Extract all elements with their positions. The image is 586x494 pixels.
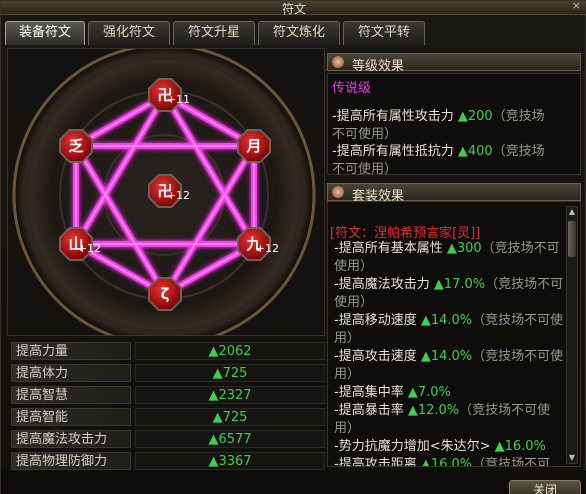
tab-equip-rune[interactable]: 装备符文 bbox=[5, 21, 85, 45]
effect-note: （竞技场不可 bbox=[472, 457, 551, 467]
rune-glyph: ζ bbox=[160, 285, 170, 303]
stat-value: ▲725 bbox=[135, 364, 325, 382]
rune-level: +11 bbox=[166, 93, 190, 106]
effect-text: -提高暴击率 bbox=[334, 403, 408, 418]
grade-name: 传说级 bbox=[332, 81, 372, 96]
set-effect-item: -提高所有基本属性 ▲300（竞技场不可使用） bbox=[334, 240, 566, 276]
rune-circle-panel: 卍 +11 月 九 +12 ζ 山 +12 乏 卍 +12 bbox=[7, 48, 325, 336]
rune-window: 符文 × 装备符文 强化符文 符文升星 符文炼化 符文平转 卍 +11 月 九 … bbox=[0, 0, 586, 494]
rune-lower-right-icon[interactable]: 九 +12 bbox=[237, 227, 279, 261]
rune-glyph: 乏 bbox=[68, 137, 84, 155]
scroll-down-icon[interactable]: ▼ bbox=[567, 453, 577, 463]
close-icon[interactable]: × bbox=[572, 0, 581, 12]
effect-value: ▲200 bbox=[457, 109, 493, 124]
stat-value: ▲2062 bbox=[135, 342, 325, 360]
effect-note: （竞技场 bbox=[492, 109, 545, 124]
rune-upper-left-icon[interactable]: 乏 bbox=[59, 129, 93, 163]
stat-label: 提高智能 bbox=[11, 408, 131, 426]
set-effect-scrollbar[interactable]: ▲ ▼ bbox=[566, 206, 578, 464]
scroll-thumb[interactable] bbox=[568, 221, 576, 257]
effect-value: ▲14.0% bbox=[420, 349, 473, 364]
grade-effect-line: -提高所有属性攻击力 ▲200（竞技场 不可使用） bbox=[332, 108, 576, 144]
set-effect-item: -提高攻击速度 ▲14.0%（竞技场不可使用） bbox=[334, 348, 566, 384]
close-button[interactable]: 关闭 bbox=[509, 480, 581, 494]
tab-rune-transfer[interactable]: 符文平转 bbox=[343, 21, 425, 45]
grade-effect-header: 等级效果 bbox=[327, 53, 581, 74]
stat-label: 提高物理防御力 bbox=[11, 452, 131, 470]
effect-text: -提高所有属性攻击力 bbox=[332, 109, 458, 124]
effect-note: 不可使用） bbox=[332, 162, 398, 177]
stat-row: 提高魔法攻击力 ▲6577 bbox=[9, 428, 325, 450]
stat-row: 提高智慧 ▲2327 bbox=[9, 384, 325, 406]
tab-enhance-rune[interactable]: 强化符文 bbox=[88, 21, 170, 45]
effect-text: -提高集中率 bbox=[334, 385, 408, 400]
stats-list: 提高力量 ▲2062 提高体力 ▲725 提高智慧 ▲2327 提高智能 ▲72… bbox=[9, 340, 325, 472]
effect-value: ▲16.0% bbox=[494, 439, 546, 454]
effect-value: ▲16.0% bbox=[420, 457, 473, 467]
window-title: 符文 bbox=[281, 2, 306, 16]
stat-label: 提高智慧 bbox=[11, 386, 131, 404]
stat-label: 提高魔法攻击力 bbox=[11, 430, 131, 448]
bullet-icon bbox=[332, 186, 344, 198]
effect-text: -势力抗魔力增加<朱达尔> bbox=[334, 439, 495, 454]
rune-level: +12 bbox=[166, 189, 190, 202]
grade-effect-box: 传说级 -提高所有属性攻击力 ▲200（竞技场 不可使用） -提高所有属性抵抗力… bbox=[327, 73, 581, 177]
rune-center-icon[interactable]: 卍 +12 bbox=[148, 174, 190, 208]
set-effect-item: -提高暴击率 ▲12.0%（竞技场不可使用） bbox=[334, 402, 566, 438]
rune-top-icon[interactable]: 卍 +11 bbox=[148, 78, 190, 112]
rune-lower-left-icon[interactable]: 山 +12 bbox=[59, 227, 101, 261]
stat-label: 提高体力 bbox=[11, 364, 131, 382]
stat-row: 提高体力 ▲725 bbox=[9, 362, 325, 384]
effect-note: 不可使用） bbox=[332, 127, 398, 142]
stat-row: 提高物理防御力 ▲3367 bbox=[9, 450, 325, 472]
rune-level: +12 bbox=[255, 242, 279, 255]
effect-value: ▲7.0% bbox=[407, 385, 451, 400]
stat-value: ▲3367 bbox=[135, 452, 325, 470]
set-effect-item: -势力抗魔力增加<朱达尔> ▲16.0% bbox=[334, 438, 566, 456]
effect-text: -提高攻击距离 bbox=[334, 457, 421, 467]
title-bar[interactable]: 符文 × bbox=[1, 0, 586, 16]
stat-value: ▲725 bbox=[135, 408, 325, 426]
effect-text: -提高移动速度 bbox=[334, 313, 421, 328]
effect-text: -提高所有属性抵抗力 bbox=[332, 144, 458, 159]
set-effect-item: -提高集中率 ▲7.0% bbox=[334, 384, 566, 402]
effect-value: ▲300 bbox=[446, 241, 482, 256]
effect-value: ▲17.0% bbox=[433, 277, 486, 292]
effect-text: -提高魔法攻击力 bbox=[334, 277, 434, 292]
effect-value: ▲400 bbox=[457, 144, 493, 159]
tab-rune-star[interactable]: 符文升星 bbox=[173, 21, 255, 45]
tab-rune-refine[interactable]: 符文炼化 bbox=[258, 21, 340, 45]
rune-glyph: 月 bbox=[246, 137, 262, 155]
rune-upper-right-icon[interactable]: 月 bbox=[237, 129, 271, 163]
grade-effect-line: -提高所有属性抵抗力 ▲400（竞技场 不可使用） bbox=[332, 143, 576, 179]
effect-value: ▲14.0% bbox=[420, 313, 473, 328]
scroll-up-icon[interactable]: ▲ bbox=[567, 207, 577, 217]
set-effect-list: -提高所有基本属性 ▲300（竞技场不可使用） -提高魔法攻击力 ▲17.0%（… bbox=[334, 240, 566, 467]
stat-label: 提高力量 bbox=[11, 342, 131, 360]
rune-level: +12 bbox=[77, 242, 101, 255]
rune-bottom-icon[interactable]: ζ bbox=[148, 277, 182, 311]
effect-note: （竞技场 bbox=[492, 144, 545, 159]
set-effect-item: -提高移动速度 ▲14.0%（竞技场不可使用） bbox=[334, 312, 566, 348]
bottom-bar bbox=[1, 471, 586, 494]
stat-row: 提高智能 ▲725 bbox=[9, 406, 325, 428]
stat-value: ▲6577 bbox=[135, 430, 325, 448]
set-effect-item: -提高攻击距离 ▲16.0%（竞技场不可 bbox=[334, 456, 566, 467]
set-effect-box: [符文：涅帕希预言家[灵]] -提高所有基本属性 ▲300（竞技场不可使用） -… bbox=[327, 201, 581, 467]
effect-value: ▲12.0% bbox=[407, 403, 460, 418]
set-name: [符文：涅帕希预言家[灵]] bbox=[330, 226, 481, 241]
set-effect-header: 套装效果 bbox=[327, 183, 581, 204]
stat-row: 提高力量 ▲2062 bbox=[9, 340, 325, 362]
effect-text: -提高攻击速度 bbox=[334, 349, 421, 364]
grade-effect-title: 等级效果 bbox=[352, 59, 405, 74]
stat-value: ▲2327 bbox=[135, 386, 325, 404]
effect-text: -提高所有基本属性 bbox=[334, 241, 447, 256]
set-effect-item: -提高魔法攻击力 ▲17.0%（竞技场不可使用） bbox=[334, 276, 566, 312]
bullet-icon bbox=[332, 56, 344, 68]
